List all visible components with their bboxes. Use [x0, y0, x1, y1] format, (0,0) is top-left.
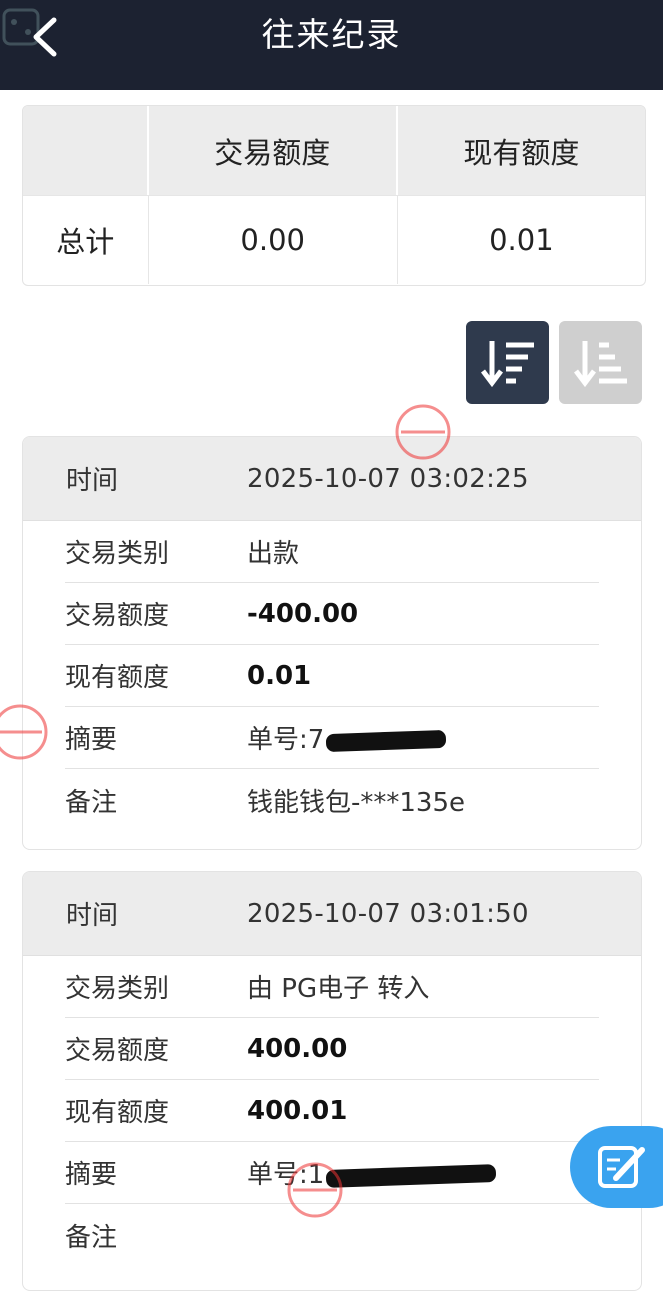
record-row-trade-amount: 交易额度 -400.00: [65, 583, 599, 645]
record-time-value: 2025-10-07 03:01:50: [247, 898, 529, 929]
top-nav-bar: 往来纪录: [0, 0, 663, 90]
record-time-value: 2025-10-07 03:02:25: [247, 463, 529, 494]
record-card: 时间 2025-10-07 03:01:50 交易类别 由 PG电子 转入 交易…: [22, 871, 642, 1291]
record-label: 摘要: [65, 1160, 118, 1190]
summary-table: 交易额度 现有额度 总计 0.00 0.01: [22, 105, 646, 286]
record-row-summary: 摘要 单号:1: [65, 1142, 599, 1204]
record-value: 400.00: [247, 1033, 348, 1064]
record-label: 备注: [65, 787, 118, 818]
record-row-remark: 备注 钱能钱包-***135e: [65, 769, 599, 831]
edit-icon: [598, 1146, 645, 1188]
record-value: 出款: [247, 539, 300, 569]
record-row-type: 交易类别 出款: [65, 521, 599, 583]
record-label: 交易额度: [65, 1036, 170, 1066]
record-label: 交易额度: [65, 601, 170, 631]
record-card: 时间 2025-10-07 03:02:25 交易类别 出款 交易额度 -400…: [22, 436, 642, 850]
record-label: 备注: [65, 1222, 118, 1253]
record-row-summary: 摘要 单号:7: [65, 707, 599, 769]
summary-header-trade-amount: 交易额度: [149, 106, 398, 195]
record-label: 摘要: [65, 725, 118, 755]
record-label: 交易类别: [65, 539, 170, 569]
record-value: 0.01: [247, 660, 312, 691]
summary-current-amount-value: 0.01: [489, 223, 554, 257]
record-row-type: 交易类别 由 PG电子 转入: [65, 956, 599, 1018]
record-value: 钱能钱包-***135e: [247, 787, 466, 818]
redaction-scribble: [326, 729, 447, 752]
page-title: 往来纪录: [261, 15, 402, 54]
summary-total-row: 总计 0.00 0.01: [23, 195, 645, 284]
record-time-row: 时间 2025-10-07 03:01:50: [23, 872, 641, 956]
sort-ascending-button[interactable]: [559, 321, 642, 404]
record-value: 由 PG电子 转入: [247, 974, 430, 1004]
summary-total-label: 总计: [23, 196, 149, 284]
record-row-current-amount: 现有额度 400.01: [65, 1080, 599, 1142]
record-value-wrap: 单号:7: [247, 719, 447, 756]
record-row-current-amount: 现有额度 0.01: [65, 645, 599, 707]
record-value: -400.00: [247, 598, 359, 629]
summary-trade-amount-value: 0.00: [149, 196, 398, 284]
record-time-label: 时间: [66, 901, 119, 931]
summary-header-row: 交易额度 现有额度: [23, 106, 645, 195]
record-row-remark: 备注: [65, 1204, 599, 1266]
record-value: 单号:7: [247, 725, 325, 755]
record-row-trade-amount: 交易额度 400.00: [65, 1018, 599, 1080]
record-label: 交易类别: [65, 974, 170, 1004]
record-label: 现有额度: [65, 663, 170, 693]
sort-asc-icon: [573, 340, 627, 387]
edit-fab-button[interactable]: [570, 1126, 663, 1208]
record-time-row: 时间 2025-10-07 03:02:25: [23, 437, 641, 521]
sort-descending-button[interactable]: [466, 321, 549, 404]
sort-desc-icon: [480, 340, 534, 387]
record-value: 单号:1: [247, 1160, 325, 1190]
record-value: 400.01: [247, 1095, 348, 1126]
record-label: 现有额度: [65, 1098, 170, 1128]
record-time-label: 时间: [66, 466, 119, 496]
redaction-scribble: [326, 1163, 497, 1188]
summary-header-current-amount: 现有额度: [463, 135, 580, 170]
summary-header-empty: [23, 106, 149, 195]
record-value-wrap: 单号:1: [247, 1154, 497, 1191]
